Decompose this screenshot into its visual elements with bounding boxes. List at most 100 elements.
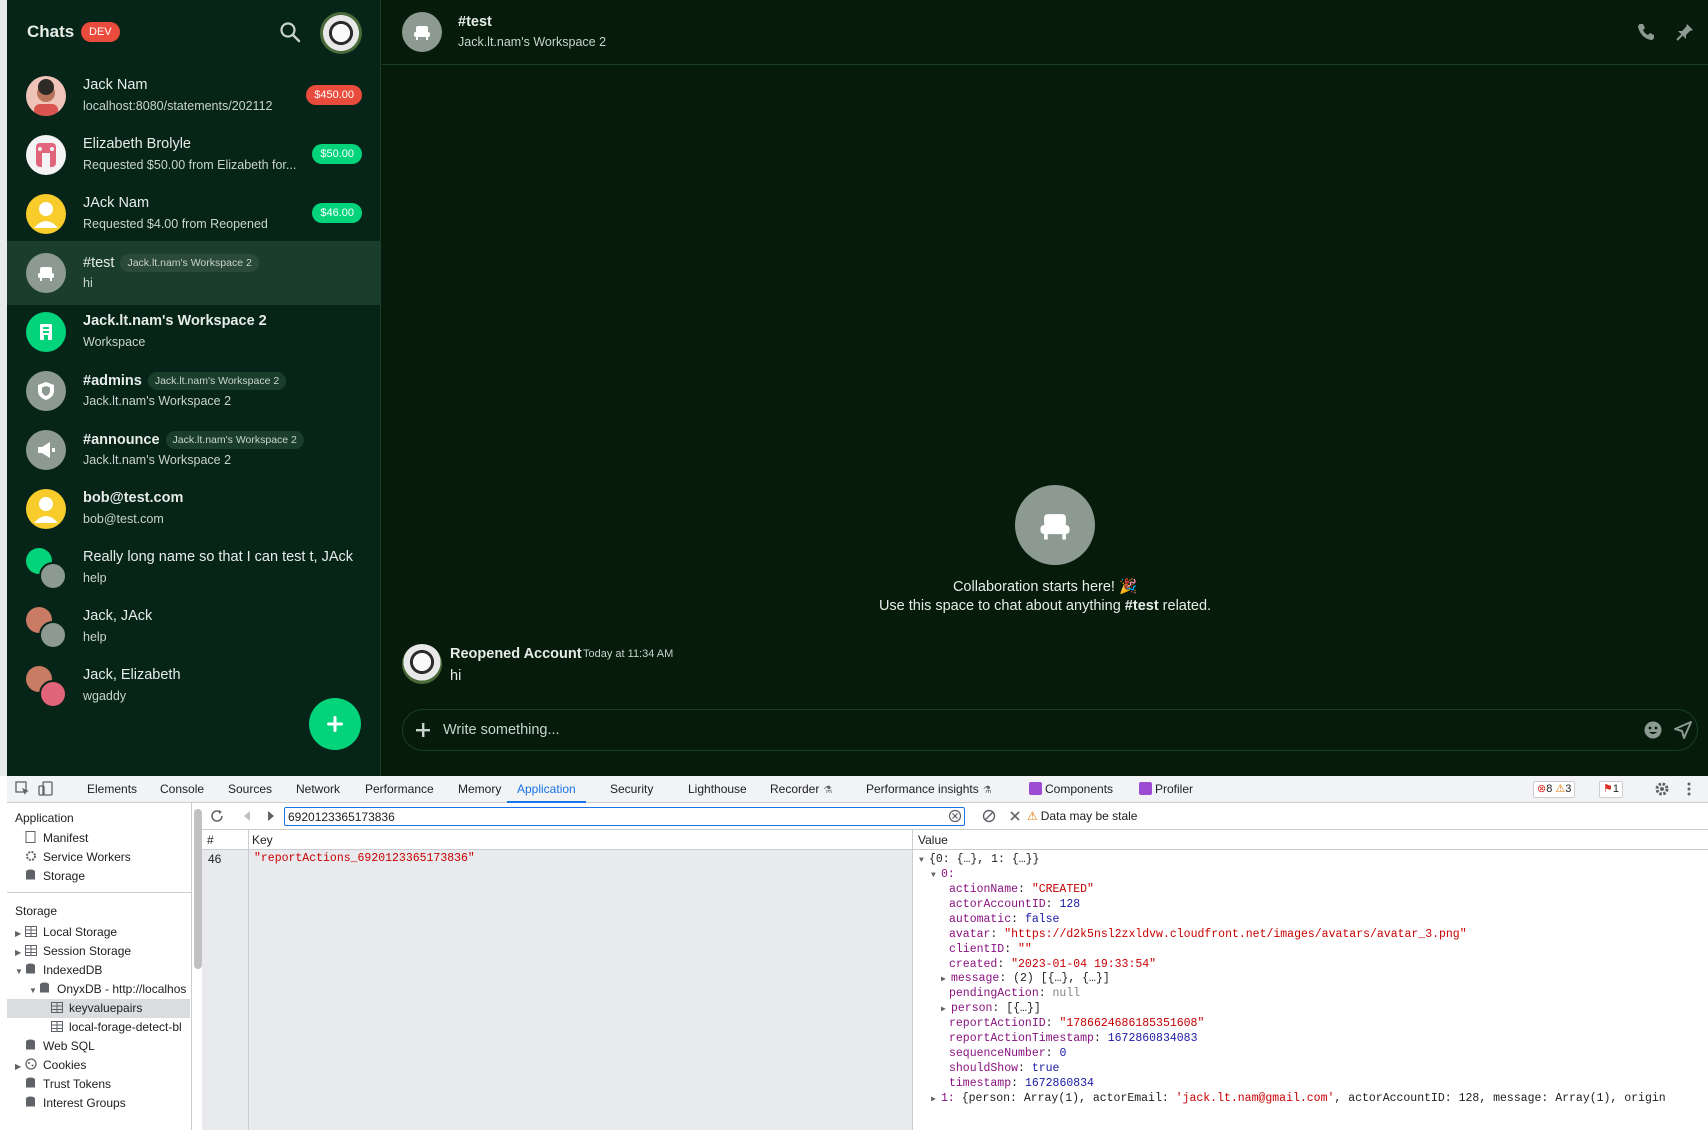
- database-icon: [25, 1095, 38, 1107]
- tab-recorder[interactable]: Recorder ⚗: [770, 776, 832, 803]
- value-field-reportActionID[interactable]: reportActionID: "1786624686185351608": [949, 1016, 1204, 1032]
- gear-icon[interactable]: [1654, 781, 1670, 797]
- value-field-message[interactable]: ▶ message: (2) [{…}, {…}]: [941, 971, 1110, 987]
- tab-elements[interactable]: Elements: [87, 776, 137, 803]
- send-icon[interactable]: [1673, 720, 1693, 740]
- tree-manifest[interactable]: Manifest: [25, 829, 88, 848]
- refresh-icon[interactable]: [210, 809, 224, 823]
- user-avatar[interactable]: [320, 12, 362, 54]
- tree-local-forage[interactable]: local-forage-detect-bl: [51, 1018, 182, 1037]
- new-chat-button[interactable]: [309, 698, 361, 750]
- tab-memory[interactable]: Memory: [458, 776, 501, 803]
- value-item-1[interactable]: ▶ 1: {person: Array(1), actorEmail: 'jack…: [931, 1091, 1666, 1107]
- expand-arrow-icon[interactable]: ▶: [15, 1057, 25, 1076]
- chat-row-bob[interactable]: bob@test.com bob@test.com: [7, 477, 381, 541]
- message-text: hi: [450, 668, 462, 684]
- next-page-icon[interactable]: [264, 809, 278, 823]
- tree-trust-tokens[interactable]: Trust Tokens: [25, 1075, 111, 1094]
- expand-arrow-icon[interactable]: ▶: [931, 1092, 941, 1108]
- expand-arrow-icon[interactable]: ▶: [15, 924, 25, 943]
- column-header-key[interactable]: Key: [252, 833, 273, 847]
- value-item-0[interactable]: ▼ 0:: [931, 867, 955, 883]
- clear-input-icon[interactable]: [948, 809, 962, 823]
- row-key[interactable]: "reportActions_6920123365173836": [254, 852, 475, 865]
- message-author[interactable]: Reopened Account: [450, 646, 582, 662]
- value-key: message: [951, 972, 1000, 986]
- tree-local-storage[interactable]: ▶ Local Storage: [15, 923, 117, 942]
- value-field-created[interactable]: created: "2023-01-04 19:33:54": [949, 957, 1156, 973]
- previous-page-icon[interactable]: [240, 809, 254, 823]
- chat-main: #test Jack.lt.nam's Workspace 2 Collabor…: [382, 0, 1708, 776]
- value-root[interactable]: ▼ {0: {…}, 1: {…}}: [919, 852, 1039, 868]
- tab-application[interactable]: Application: [507, 776, 586, 803]
- tree-interest-groups[interactable]: Interest Groups: [25, 1094, 126, 1113]
- collapse-arrow-icon[interactable]: ▼: [919, 853, 929, 869]
- key-filter-input[interactable]: [284, 807, 965, 826]
- tree-session-storage[interactable]: ▶ Session Storage: [15, 942, 131, 961]
- chat-row-workspace[interactable]: Jack.lt.nam's Workspace 2 Workspace: [7, 300, 381, 364]
- column-header-number[interactable]: #: [207, 833, 214, 847]
- tab-sources[interactable]: Sources: [228, 776, 272, 803]
- delete-selected-icon[interactable]: [1008, 809, 1022, 823]
- value-text: , actorAccountID: 128, message: Array(1)…: [1334, 1092, 1666, 1105]
- value-field-pendingAction[interactable]: pendingAction: null: [949, 986, 1080, 1002]
- value-field-timestamp[interactable]: timestamp: 1672860834: [949, 1076, 1094, 1092]
- tree-service-workers[interactable]: Service Workers: [25, 848, 131, 867]
- error-warning-counter[interactable]: ⊗8 ⚠3: [1533, 781, 1576, 798]
- chat-name: #test Jack.lt.nam's Workspace 2: [83, 254, 259, 272]
- tab-performance-insights[interactable]: Performance insights ⚗: [866, 776, 992, 803]
- phone-icon[interactable]: [1636, 22, 1656, 42]
- sidebar-scrollbar[interactable]: [194, 809, 202, 969]
- value-field-avatar[interactable]: avatar: "https://d2k5nsl2zxldvw.cloudfro…: [949, 927, 1467, 943]
- chat-row-long-name[interactable]: Really long name so that I can test t, J…: [7, 536, 381, 600]
- clear-object-store-icon[interactable]: [982, 809, 996, 823]
- inspect-element-icon[interactable]: [15, 781, 31, 797]
- tab-network[interactable]: Network: [296, 776, 340, 803]
- tab-lighthouse[interactable]: Lighthouse: [688, 776, 747, 803]
- plus-icon[interactable]: [413, 720, 433, 740]
- row-number[interactable]: 46: [208, 852, 221, 866]
- chat-row-jack-nam-2[interactable]: JAck Nam Requested $4.00 from Reopened $…: [7, 182, 381, 246]
- tab-profiler[interactable]: Profiler: [1139, 776, 1193, 803]
- expand-arrow-icon[interactable]: ▶: [15, 943, 25, 962]
- value-field-reportActionTimestamp[interactable]: reportActionTimestamp: 1672860834083: [949, 1031, 1197, 1047]
- column-header-value[interactable]: Value: [918, 833, 948, 847]
- issues-counter[interactable]: ⚑1: [1599, 781, 1623, 798]
- collapse-arrow-icon[interactable]: ▼: [15, 962, 25, 981]
- value-field-actionName[interactable]: actionName: "CREATED": [949, 882, 1094, 898]
- tree-cookies[interactable]: ▶ Cookies: [15, 1056, 86, 1075]
- tree-onyxdb[interactable]: ▼ OnyxDB - http://localhos: [29, 980, 186, 999]
- chat-row-announce[interactable]: #announce Jack.lt.nam's Workspace 2 Jack.…: [7, 418, 381, 482]
- chat-row-jack-nam[interactable]: Jack Nam localhost:8080/statements/20211…: [7, 64, 381, 128]
- tab-performance[interactable]: Performance: [365, 776, 434, 803]
- message-input[interactable]: [443, 718, 1543, 742]
- room-subtitle[interactable]: Jack.lt.nam's Workspace 2: [458, 35, 606, 49]
- room-avatar[interactable]: [402, 12, 442, 52]
- value-field-person[interactable]: ▶ person: [{…}]: [941, 1001, 1041, 1017]
- value-field-automatic[interactable]: automatic: false: [949, 912, 1059, 928]
- collapse-arrow-icon[interactable]: ▼: [931, 868, 941, 884]
- value-field-sequenceNumber[interactable]: sequenceNumber: 0: [949, 1046, 1066, 1062]
- message-avatar[interactable]: [402, 644, 442, 684]
- more-options-icon[interactable]: [1681, 781, 1697, 797]
- device-toolbar-icon[interactable]: [38, 781, 54, 797]
- value-field-actorAccountID[interactable]: actorAccountID: 128: [949, 897, 1080, 913]
- tree-indexeddb[interactable]: ▼ IndexedDB: [15, 961, 102, 980]
- value-field-clientID[interactable]: clientID: "": [949, 942, 1032, 958]
- room-title[interactable]: #test: [458, 14, 492, 30]
- tab-security[interactable]: Security: [610, 776, 653, 803]
- chat-row-test[interactable]: #test Jack.lt.nam's Workspace 2 hi: [7, 241, 381, 305]
- tab-components[interactable]: Components: [1029, 776, 1113, 803]
- chat-row-admins[interactable]: #admins Jack.lt.nam's Workspace 2 Jack.lt…: [7, 359, 381, 423]
- tab-console[interactable]: Console: [160, 776, 204, 803]
- tree-keyvaluepairs[interactable]: keyvaluepairs: [7, 999, 190, 1018]
- tree-storage[interactable]: Storage: [25, 867, 85, 886]
- chat-row-elizabeth-brolyle[interactable]: Elizabeth Brolyle Requested $50.00 from …: [7, 123, 381, 187]
- search-icon[interactable]: [279, 21, 301, 43]
- pin-icon[interactable]: [1675, 22, 1695, 42]
- value-field-shouldShow[interactable]: shouldShow: true: [949, 1061, 1059, 1077]
- emoji-icon[interactable]: [1643, 720, 1663, 740]
- chat-row-jack-jack[interactable]: Jack, JAck help: [7, 595, 381, 659]
- tree-web-sql[interactable]: Web SQL: [25, 1037, 95, 1056]
- collapse-arrow-icon[interactable]: ▼: [29, 981, 39, 1000]
